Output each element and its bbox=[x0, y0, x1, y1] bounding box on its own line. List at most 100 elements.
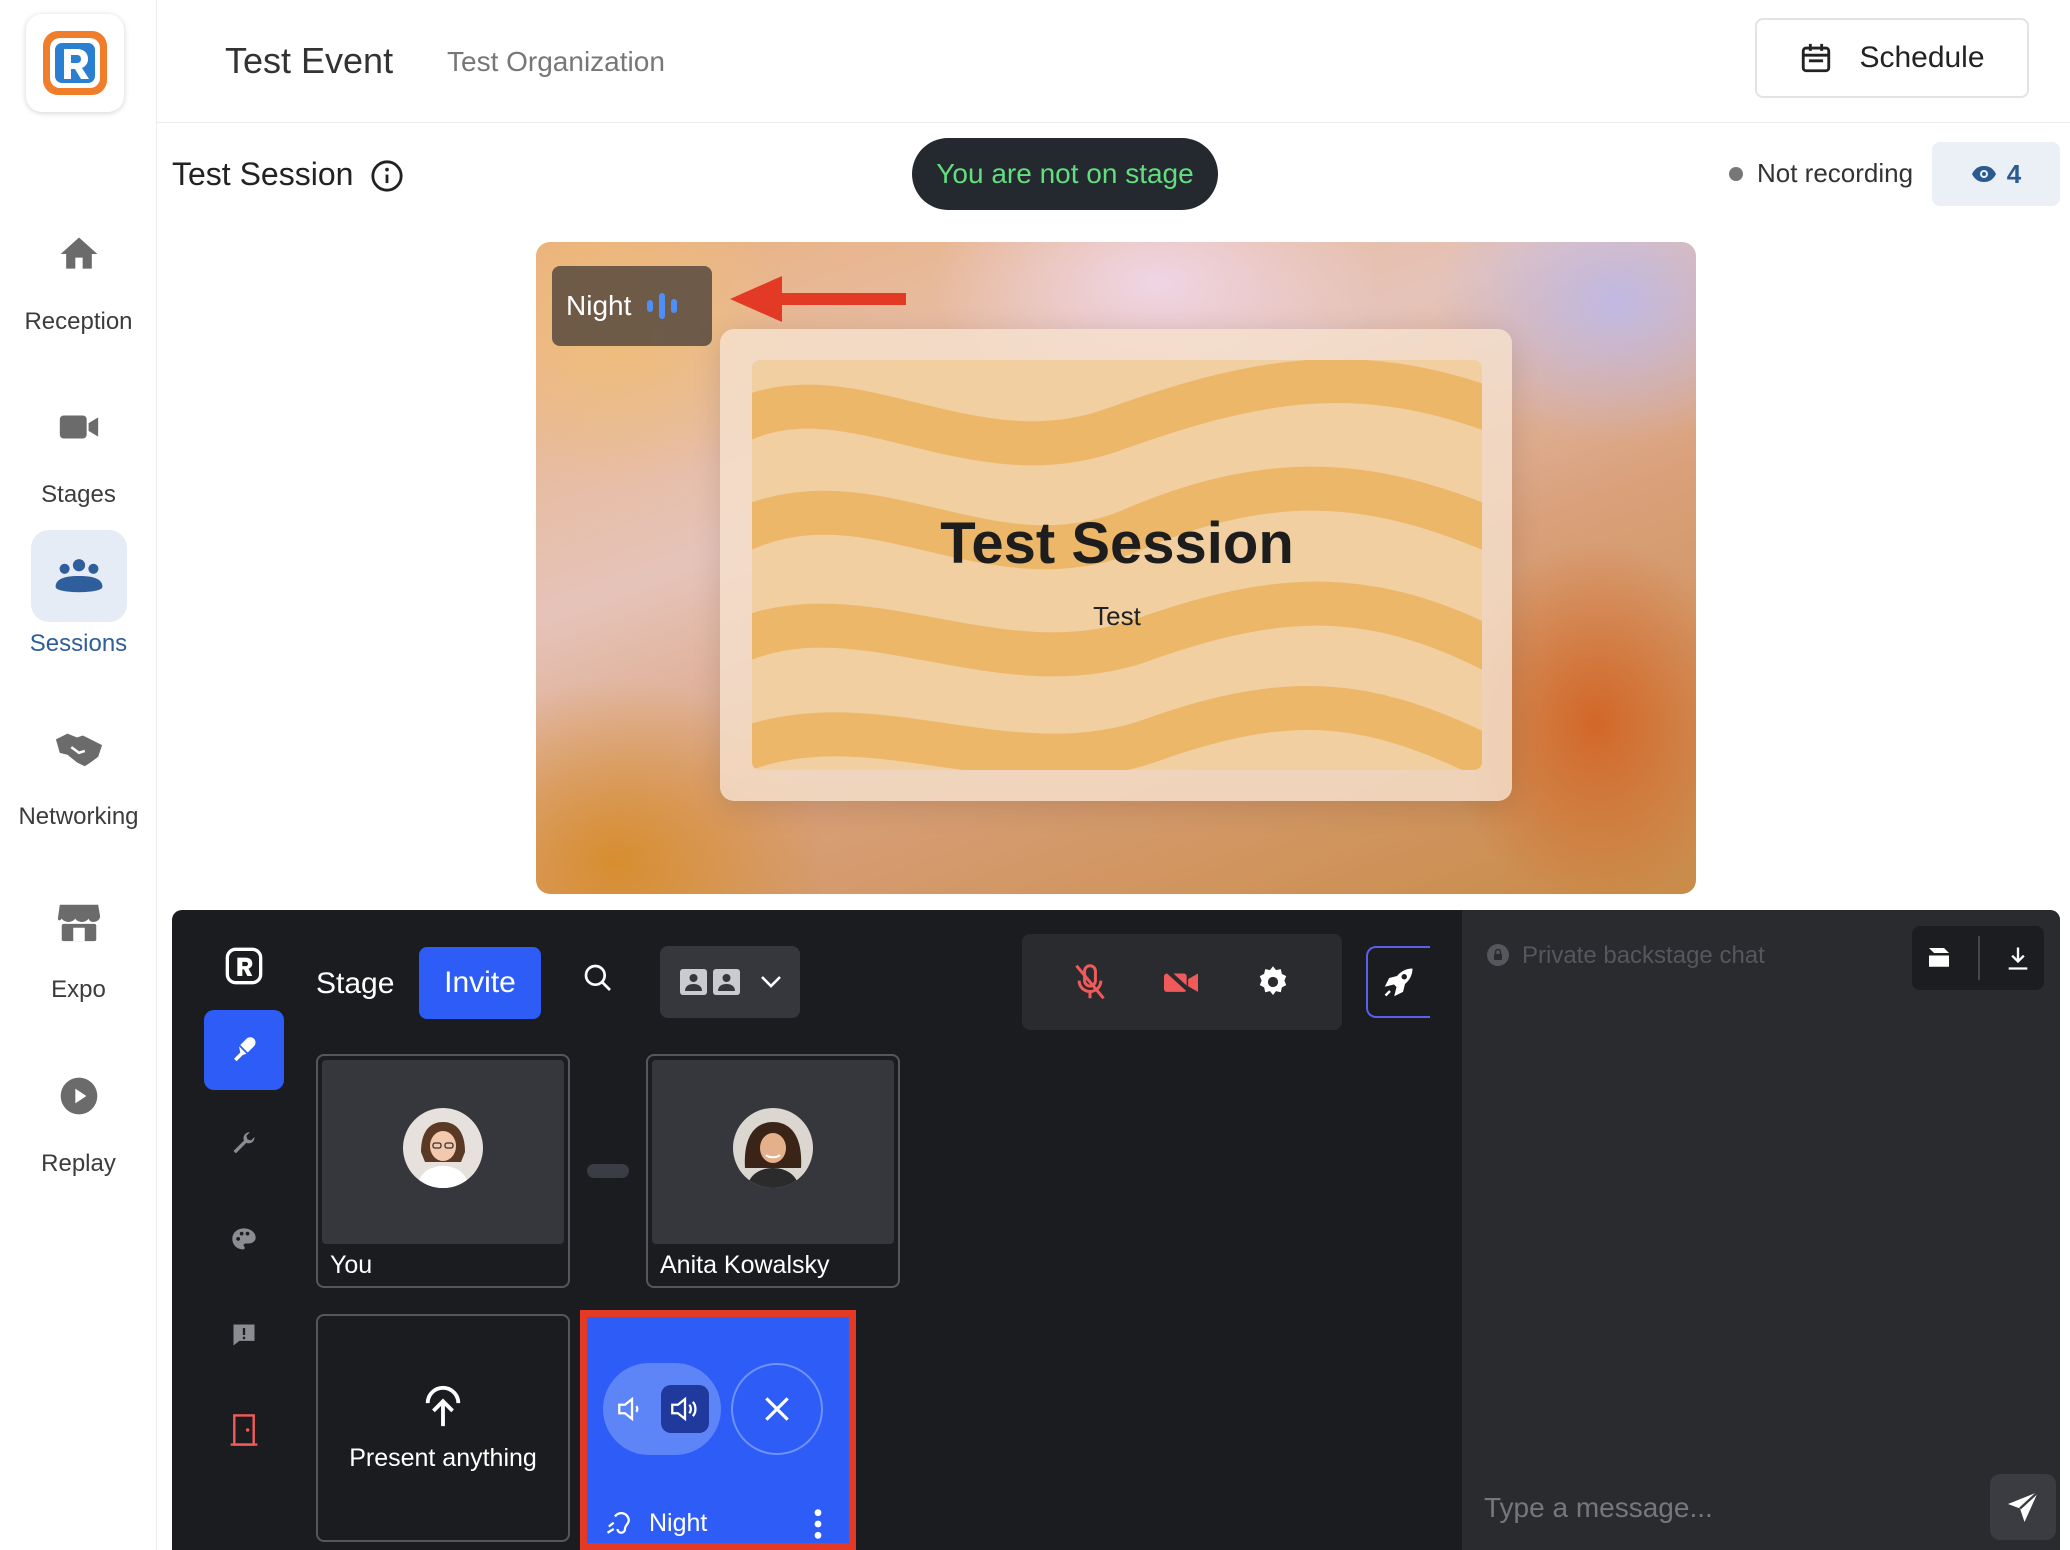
door-exit-icon bbox=[230, 1414, 258, 1446]
avatar bbox=[733, 1108, 813, 1188]
sidebar-item-label: Networking bbox=[18, 803, 139, 830]
rail-feedback-button[interactable] bbox=[204, 1295, 284, 1375]
participant-name: Anita Kowalsky bbox=[660, 1251, 830, 1279]
slide-title: Test Session bbox=[940, 511, 1294, 576]
volume-low-button[interactable] bbox=[615, 1392, 649, 1426]
rocket-icon bbox=[1384, 968, 1413, 997]
layout-selector[interactable] bbox=[660, 946, 800, 1018]
avatar bbox=[403, 1108, 483, 1188]
backstage-logo bbox=[204, 926, 284, 1006]
logo-icon bbox=[43, 31, 107, 95]
chat-toolbar bbox=[1912, 926, 2044, 990]
video-camera-icon bbox=[31, 381, 127, 473]
chat-message-input[interactable] bbox=[1484, 1488, 1944, 1528]
sidebar-item-networking[interactable]: Networking bbox=[0, 703, 157, 853]
chat-flag-button[interactable] bbox=[1924, 943, 1954, 973]
active-speaker-tag: Night bbox=[552, 266, 712, 346]
organization-name: Test Organization bbox=[447, 46, 665, 77]
toolbar-divider bbox=[1978, 936, 1980, 980]
kebab-menu-icon bbox=[814, 1509, 822, 1539]
audio-source-tile-night[interactable]: Night bbox=[580, 1310, 856, 1550]
sidebar-item-label: Expo bbox=[51, 976, 106, 1003]
volume-controls bbox=[603, 1363, 721, 1455]
wrench-icon bbox=[233, 1132, 255, 1154]
settings-button[interactable] bbox=[1255, 964, 1291, 1000]
tile-divider bbox=[587, 1164, 629, 1178]
gear-icon bbox=[1259, 966, 1287, 996]
mic-muted-icon bbox=[1075, 964, 1105, 1000]
send-icon bbox=[2008, 1491, 2039, 1522]
event-title: Test Event bbox=[225, 40, 394, 81]
presentation-slide: Test Session Test bbox=[752, 360, 1482, 770]
audio-source-name: Night bbox=[649, 1509, 708, 1537]
participant-tile-you[interactable]: You bbox=[316, 1054, 570, 1288]
sidebar-item-replay[interactable]: Replay bbox=[0, 1050, 157, 1200]
recording-status: Not recording bbox=[1757, 158, 1914, 188]
go-live-button[interactable] bbox=[1366, 946, 1430, 1018]
download-icon bbox=[2008, 947, 2028, 970]
home-icon bbox=[31, 208, 127, 300]
speaker-low-icon bbox=[618, 1396, 639, 1422]
session-title: Test Session bbox=[172, 156, 354, 192]
volume-high-button[interactable] bbox=[661, 1385, 709, 1433]
logo-icon bbox=[225, 947, 263, 985]
present-label: Present anything bbox=[349, 1443, 537, 1472]
search-button[interactable] bbox=[582, 962, 614, 994]
send-message-button[interactable] bbox=[1990, 1474, 2056, 1540]
layout-grid-icon bbox=[680, 969, 740, 995]
chat-download-button[interactable] bbox=[2004, 944, 2032, 972]
backstage-panel: Stage Invite You Anita Kowalsky Present … bbox=[172, 910, 2060, 1550]
chat-title: Private backstage chat bbox=[1522, 942, 1765, 969]
speaker-name: Night bbox=[566, 290, 632, 321]
app-logo[interactable] bbox=[26, 14, 124, 112]
search-icon bbox=[584, 964, 611, 991]
annotation-arrow bbox=[730, 276, 906, 322]
backstage-tool-rail bbox=[172, 910, 302, 1550]
audio-level-icon bbox=[647, 293, 678, 319]
palette-icon bbox=[232, 1228, 256, 1250]
camera-off-icon bbox=[1162, 966, 1198, 998]
slide-frame: Test Session Test bbox=[720, 329, 1512, 801]
eye-icon bbox=[1971, 166, 1996, 182]
participant-tile-anita[interactable]: Anita Kowalsky bbox=[646, 1054, 900, 1288]
remove-source-button[interactable] bbox=[731, 1363, 823, 1455]
slide-subtitle: Test bbox=[1093, 601, 1141, 631]
viewer-count: 4 bbox=[2006, 158, 2022, 189]
lock-icon bbox=[1486, 943, 1510, 967]
play-icon bbox=[31, 1050, 127, 1142]
speaker-high-icon bbox=[671, 1396, 697, 1422]
rail-leave-button[interactable] bbox=[204, 1390, 284, 1470]
sidebar-item-label: Stages bbox=[41, 481, 116, 508]
audio-source-icon bbox=[605, 1509, 635, 1539]
group-icon bbox=[30, 530, 127, 622]
camera-toggle-button[interactable] bbox=[1161, 965, 1201, 999]
invite-button[interactable]: Invite bbox=[419, 947, 541, 1019]
sidebar: Reception Stages Sessions Networking Exp… bbox=[0, 0, 157, 1550]
more-options-button[interactable] bbox=[811, 1507, 825, 1541]
microphone-icon bbox=[234, 1037, 256, 1062]
sidebar-item-label: Reception bbox=[24, 308, 133, 335]
flag-icon bbox=[1929, 948, 1949, 967]
mic-toggle-button[interactable] bbox=[1073, 963, 1107, 1001]
calendar-icon bbox=[1802, 43, 1831, 73]
sidebar-item-expo[interactable]: Expo bbox=[0, 876, 157, 1026]
sidebar-item-reception[interactable]: Reception bbox=[0, 208, 157, 358]
participant-name: You bbox=[330, 1251, 373, 1279]
app-root: Reception Stages Sessions Networking Exp… bbox=[0, 0, 2070, 1550]
info-icon[interactable] bbox=[370, 159, 404, 193]
rail-tools-button[interactable] bbox=[204, 1104, 284, 1184]
store-icon bbox=[31, 876, 127, 968]
sidebar-item-label: Replay bbox=[41, 1150, 116, 1177]
close-icon bbox=[765, 1397, 789, 1421]
schedule-button[interactable]: Schedule bbox=[1755, 18, 2029, 98]
feedback-icon bbox=[233, 1324, 255, 1346]
viewer-count-button[interactable]: 4 bbox=[1932, 142, 2060, 206]
rail-theme-button[interactable] bbox=[204, 1200, 284, 1280]
present-anything-button[interactable]: Present anything bbox=[316, 1314, 570, 1542]
backstage-chat: Private backstage chat bbox=[1462, 910, 2060, 1550]
chevron-down-icon bbox=[761, 976, 781, 988]
sidebar-item-sessions[interactable]: Sessions bbox=[0, 530, 157, 680]
recording-status-dot bbox=[1729, 167, 1743, 181]
sidebar-item-stages[interactable]: Stages bbox=[0, 381, 157, 531]
rail-stage-button[interactable] bbox=[204, 1010, 284, 1090]
